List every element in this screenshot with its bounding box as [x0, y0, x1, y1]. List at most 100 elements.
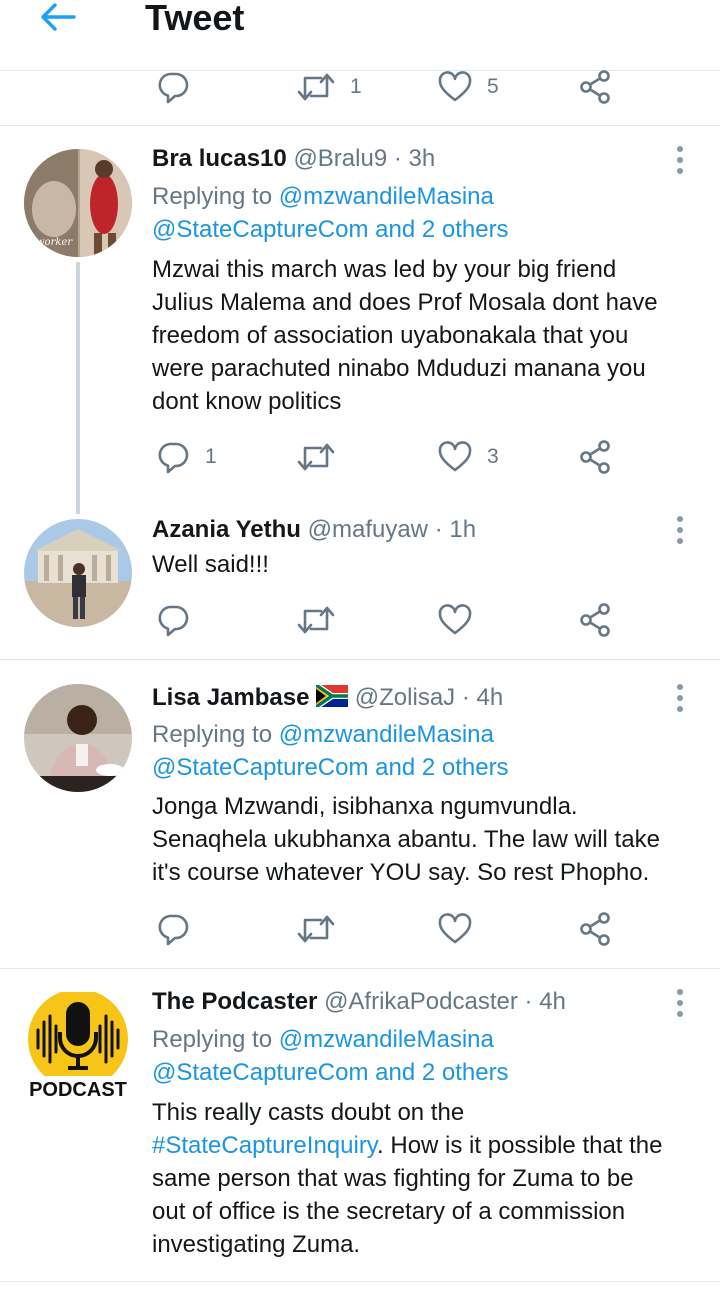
tweet-text-line: Senaqhela ukubhanxa abantu. The law will… — [152, 826, 660, 853]
avatar[interactable]: PODCAST — [24, 989, 132, 1101]
tweet-actions: 1 3 — [0, 437, 720, 477]
timestamp: 4h — [539, 988, 566, 1015]
tweet-text-line: Jonga Mzwandi, isibhanxa ngumvundla. — [152, 793, 578, 820]
tweet-text-line: freedom of association uyabonakala that … — [152, 322, 629, 349]
replying-prefix: Replying to — [152, 1026, 273, 1053]
reply-count: 1 — [205, 445, 217, 468]
tweet-text: Jonga Mzwandi, isibhanxa ngumvundla. Sen… — [152, 790, 702, 889]
avatar[interactable] — [24, 684, 132, 792]
replying-prefix: Replying to — [152, 721, 273, 748]
username[interactable]: @Bralu9 — [293, 145, 387, 172]
retweet-icon — [296, 911, 336, 947]
reply-button[interactable] — [155, 67, 191, 107]
reply-button[interactable]: 1 — [155, 437, 217, 477]
like-icon — [437, 69, 473, 105]
page-title: Tweet — [145, 0, 245, 38]
tweet-text-line: it's course whatever YOU say. So rest Ph… — [152, 859, 650, 886]
retweet-button[interactable]: 1 — [296, 67, 362, 107]
tweet-text-line: dont know politics — [152, 388, 342, 415]
more-vertical-icon[interactable] — [668, 515, 692, 545]
tweet-text-line: Julius Malema and does Prof Mosala dont … — [152, 289, 658, 316]
tweet-text: This really casts doubt on the #StateCap… — [152, 1096, 702, 1261]
tweet-text-line: same person that was fighting for Zuma t… — [152, 1165, 634, 1192]
tweet-actions — [0, 909, 720, 949]
separator-dot: · — [434, 516, 443, 543]
more-vertical-icon[interactable] — [668, 145, 692, 175]
tweet-text-line: #StateCaptureInquiry. How is it possible… — [152, 1129, 702, 1162]
divider — [0, 968, 720, 969]
tweet-text-line: This really casts doubt on the — [152, 1099, 465, 1126]
tweet-actions — [0, 600, 720, 640]
mention-link[interactable]: @mzwandileMasina — [279, 183, 494, 210]
username[interactable]: @ZolisaJ — [355, 684, 455, 711]
divider — [0, 1281, 720, 1282]
share-icon — [577, 439, 613, 475]
like-icon — [437, 439, 473, 475]
reply-icon — [155, 69, 191, 105]
tweet-text-line: Well said!!! — [152, 551, 269, 578]
share-button[interactable] — [577, 909, 613, 949]
display-name[interactable]: The Podcaster — [152, 988, 317, 1015]
tweet-text-line: investigating Zuma. — [152, 1231, 361, 1258]
display-name[interactable]: Azania Yethu — [152, 516, 301, 543]
username[interactable]: @mafuyaw — [308, 516, 428, 543]
display-name[interactable]: Bra lucas10 — [152, 145, 287, 172]
share-button[interactable] — [577, 437, 613, 477]
back-arrow-icon[interactable] — [38, 0, 78, 36]
mention-others-link[interactable]: @StateCaptureCom and 2 others — [152, 751, 509, 784]
timestamp: 1h — [449, 516, 477, 543]
retweet-icon — [296, 439, 336, 475]
tweet-text-fragment: . How is it possible that the — [377, 1132, 663, 1159]
divider — [0, 125, 720, 126]
like-button[interactable] — [437, 909, 473, 949]
tweet-meta: Bra lucas10 @Bralu9 · 3h — [152, 143, 435, 175]
flag-emoji — [314, 682, 355, 711]
tweet-meta: Azania Yethu @mafuyaw · 1h — [152, 514, 476, 546]
retweet-button[interactable] — [296, 909, 336, 949]
replying-to: Replying to @mzwandileMasina @StateCaptu… — [152, 180, 509, 246]
like-count: 5 — [487, 75, 499, 98]
reply-icon — [155, 911, 191, 947]
separator-dot: · — [393, 145, 402, 172]
retweet-button[interactable] — [296, 437, 336, 477]
replying-to: Replying to @mzwandileMasina @StateCaptu… — [152, 718, 509, 784]
mention-others-link[interactable]: @StateCaptureCom and 2 others — [152, 1056, 509, 1089]
timestamp: 3h — [408, 145, 436, 172]
share-button[interactable] — [577, 600, 613, 640]
like-count: 3 — [487, 445, 499, 468]
avatar-text: PODCAST — [29, 1079, 127, 1100]
tweet-text: Well said!!! — [152, 548, 702, 581]
reply-button[interactable] — [155, 909, 191, 949]
share-icon — [577, 602, 613, 638]
avatar[interactable]: worker — [24, 149, 132, 257]
more-vertical-icon[interactable] — [668, 988, 692, 1018]
tweet-meta: The Podcaster @AfrikaPodcaster · 4h — [152, 986, 566, 1018]
like-button[interactable]: 5 — [437, 67, 499, 107]
share-icon — [577, 911, 613, 947]
display-name[interactable]: Lisa Jambase — [152, 684, 309, 711]
more-vertical-icon[interactable] — [668, 683, 692, 713]
tweet-text-line: Mzwai this march was led by your big fri… — [152, 256, 617, 283]
tweet-meta: Lisa Jambase @ZolisaJ · 4h — [152, 682, 503, 714]
reply-button[interactable] — [155, 600, 191, 640]
hashtag-link[interactable]: #StateCaptureInquiry — [152, 1132, 377, 1159]
like-button[interactable]: 3 — [437, 437, 499, 477]
divider — [0, 659, 720, 660]
mention-others-link[interactable]: @StateCaptureCom and 2 others — [152, 213, 509, 246]
reply-icon — [155, 602, 191, 638]
mention-link[interactable]: @mzwandileMasina — [279, 721, 494, 748]
retweet-count: 1 — [350, 75, 362, 98]
replying-to: Replying to @mzwandileMasina @StateCaptu… — [152, 1023, 509, 1089]
main-tweet-actions: 1 5 — [0, 67, 720, 107]
share-button[interactable] — [577, 67, 613, 107]
username[interactable]: @AfrikaPodcaster — [324, 988, 518, 1015]
mention-link[interactable]: @mzwandileMasina — [279, 1026, 494, 1053]
retweet-button[interactable] — [296, 600, 336, 640]
like-button[interactable] — [437, 600, 473, 640]
tweet-text-line: were parachuted ninabo Mduduzi manana yo… — [152, 355, 646, 382]
avatar-caption: worker — [36, 237, 73, 248]
like-icon — [437, 602, 473, 638]
share-icon — [577, 69, 613, 105]
separator-dot: · — [524, 988, 533, 1015]
tweet-text-line: out of office is the secretary of a comm… — [152, 1198, 626, 1225]
